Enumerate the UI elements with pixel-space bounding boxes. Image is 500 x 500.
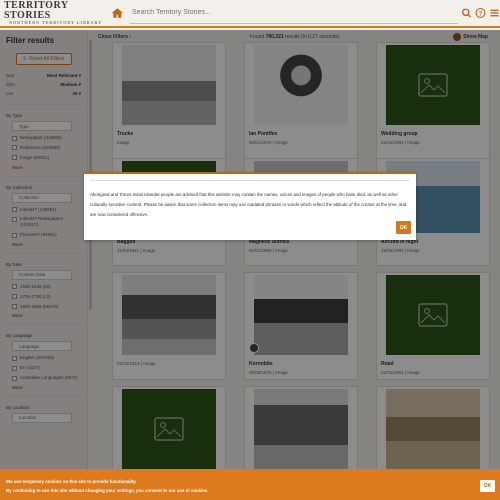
svg-text:?: ? [479,10,483,17]
search-input[interactable] [129,9,459,16]
home-icon[interactable] [111,6,124,20]
logo-main-text: TERRITORY STORIES [4,0,69,21]
modal-overlay [0,30,500,500]
help-icon[interactable]: ? [475,7,486,19]
cultural-disclaimer-modal: Aboriginal and Torres Strait Islander pe… [84,172,416,240]
site-header: TERRITORY STORIES NORTHERN TERRITORY LIB… [0,0,500,28]
modal-divider [90,180,410,181]
site-logo[interactable]: TERRITORY STORIES NORTHERN TERRITORY LIB… [4,1,107,25]
cookie-banner: We use temporary cookies on this site to… [0,469,500,500]
disclaimer-ok-button[interactable]: OK [396,221,411,234]
logo-sub-text: NORTHERN TERRITORY LIBRARY [9,20,103,25]
search-bar [129,2,459,24]
cookie-ok-button[interactable]: OK [480,480,495,492]
search-icon[interactable] [461,7,472,19]
cookie-text-line2: By continuing to use this site without c… [6,488,209,493]
cookie-text-line1: We use temporary cookies on this site to… [6,479,137,484]
menu-icon[interactable] [489,7,500,19]
disclaimer-text: Aboriginal and Torres Strait Islander pe… [90,192,407,217]
